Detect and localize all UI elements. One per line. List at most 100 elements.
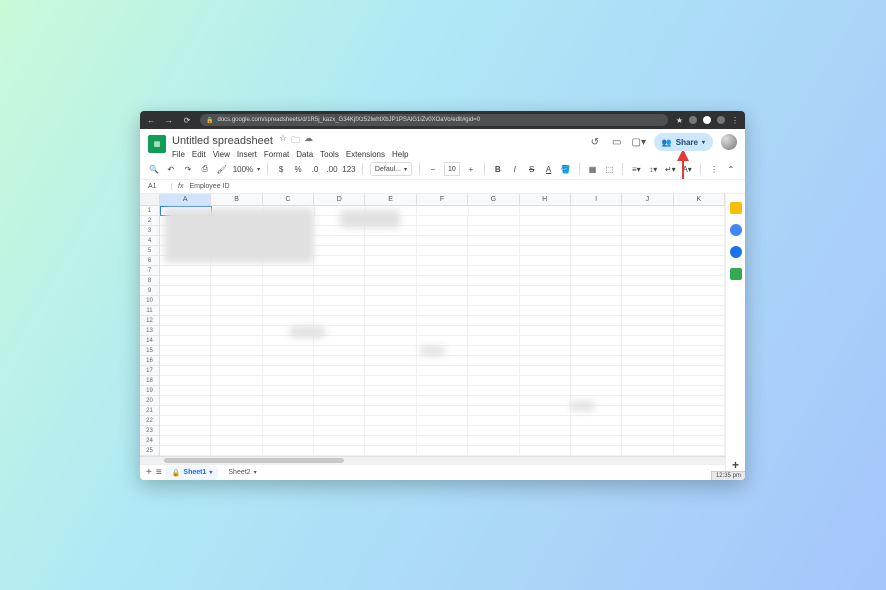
cell[interactable] [314, 276, 365, 286]
cell[interactable] [674, 336, 725, 346]
menu-tools[interactable]: Tools [320, 150, 339, 159]
cell[interactable] [160, 376, 211, 386]
cell[interactable] [674, 406, 725, 416]
rotate-icon[interactable]: A▾ [681, 163, 693, 175]
cell[interactable] [417, 446, 468, 456]
decrease-font-icon[interactable]: − [427, 163, 439, 175]
cell[interactable] [468, 446, 519, 456]
menu-data[interactable]: Data [296, 150, 313, 159]
cell[interactable] [417, 246, 468, 256]
cell[interactable] [468, 336, 519, 346]
menu-file[interactable]: File [172, 150, 185, 159]
cell[interactable] [468, 396, 519, 406]
cell[interactable] [365, 336, 416, 346]
row-header[interactable]: 9 [140, 286, 160, 296]
menu-view[interactable]: View [213, 150, 230, 159]
row-header[interactable]: 24 [140, 436, 160, 446]
cell[interactable] [365, 276, 416, 286]
cell[interactable] [674, 386, 725, 396]
cell[interactable] [520, 256, 571, 266]
cell[interactable] [314, 306, 365, 316]
cell[interactable] [211, 386, 262, 396]
collapse-toolbar-icon[interactable]: ⌃ [725, 163, 737, 175]
cell[interactable] [160, 326, 211, 336]
cell[interactable] [417, 426, 468, 436]
cell[interactable] [622, 426, 673, 436]
tab-dropdown-icon[interactable]: ▾ [254, 469, 257, 476]
cell[interactable] [263, 266, 314, 276]
cell[interactable] [160, 356, 211, 366]
zoom-select[interactable]: 100%▾ [233, 165, 260, 174]
cell[interactable] [314, 286, 365, 296]
cell[interactable] [571, 236, 622, 246]
cell[interactable] [520, 216, 571, 226]
row-header[interactable]: 20 [140, 396, 160, 406]
row-header[interactable]: 14 [140, 336, 160, 346]
more-icon[interactable]: ⋮ [708, 163, 720, 175]
extension-icon-1[interactable] [689, 116, 697, 124]
cell[interactable] [622, 226, 673, 236]
cell[interactable] [314, 386, 365, 396]
cell[interactable] [520, 296, 571, 306]
extension-icon-3[interactable] [717, 116, 725, 124]
row-header[interactable]: 21 [140, 406, 160, 416]
add-addon-icon[interactable]: + [732, 458, 739, 472]
cell[interactable] [314, 416, 365, 426]
all-sheets-button[interactable]: ≡ [156, 467, 162, 478]
cell[interactable] [674, 396, 725, 406]
cell[interactable] [160, 276, 211, 286]
cell[interactable] [263, 436, 314, 446]
cell[interactable] [314, 266, 365, 276]
cell[interactable] [571, 346, 622, 356]
back-button[interactable]: ← [146, 115, 156, 125]
cell[interactable] [674, 216, 725, 226]
cell[interactable] [160, 346, 211, 356]
cell[interactable] [520, 366, 571, 376]
cell[interactable] [520, 336, 571, 346]
star-icon[interactable]: ☆ [279, 133, 287, 149]
cell[interactable] [622, 296, 673, 306]
cell[interactable] [314, 346, 365, 356]
cell[interactable] [314, 426, 365, 436]
row-header[interactable]: 16 [140, 356, 160, 366]
cell[interactable] [468, 286, 519, 296]
cell[interactable] [520, 396, 571, 406]
cell[interactable] [622, 366, 673, 376]
cell[interactable] [263, 406, 314, 416]
cell[interactable] [674, 306, 725, 316]
cell[interactable] [263, 296, 314, 306]
cell[interactable] [468, 296, 519, 306]
cell[interactable] [674, 356, 725, 366]
cell[interactable] [674, 256, 725, 266]
cell[interactable] [622, 256, 673, 266]
select-all-corner[interactable] [140, 194, 160, 206]
cell[interactable] [622, 206, 673, 216]
tab-dropdown-icon[interactable]: ▾ [209, 469, 212, 476]
cell[interactable] [160, 436, 211, 446]
cell[interactable] [417, 326, 468, 336]
text-color-icon[interactable]: A [543, 163, 555, 175]
cell[interactable] [571, 446, 622, 456]
cell[interactable] [571, 416, 622, 426]
cell[interactable] [520, 226, 571, 236]
bold-icon[interactable]: B [492, 163, 504, 175]
name-box[interactable]: A1 [148, 183, 172, 190]
cell[interactable] [520, 286, 571, 296]
cell[interactable] [417, 266, 468, 276]
cell[interactable] [365, 236, 416, 246]
cell[interactable] [365, 286, 416, 296]
column-header-I[interactable]: I [571, 194, 622, 206]
cell[interactable] [365, 326, 416, 336]
cell[interactable] [211, 406, 262, 416]
sheets-logo-icon[interactable]: ▦ [148, 135, 166, 153]
cell[interactable] [314, 316, 365, 326]
cell[interactable] [365, 426, 416, 436]
cell[interactable] [417, 336, 468, 346]
cell[interactable] [160, 266, 211, 276]
cell[interactable] [365, 356, 416, 366]
column-header-B[interactable]: B [211, 194, 262, 206]
bookmark-star-icon[interactable]: ★ [676, 116, 683, 125]
column-header-H[interactable]: H [520, 194, 571, 206]
cell[interactable] [417, 316, 468, 326]
cell[interactable] [211, 376, 262, 386]
